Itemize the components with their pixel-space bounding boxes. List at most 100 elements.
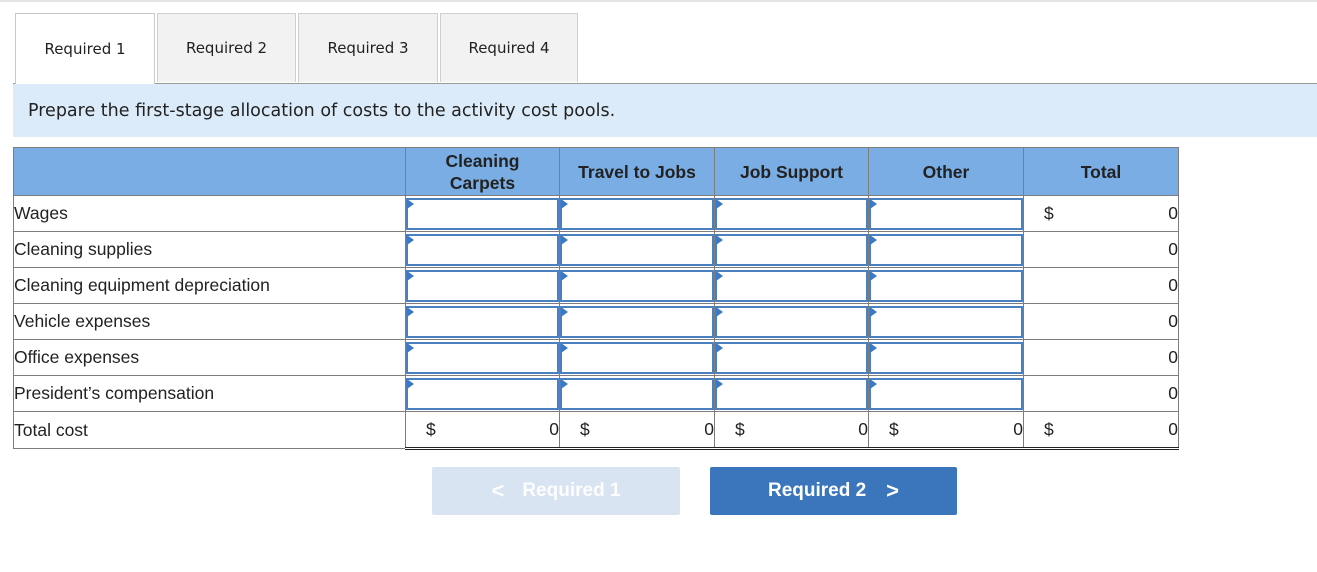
input-box [406, 377, 559, 410]
instruction-banner: Prepare the first-stage allocation of co… [13, 84, 1317, 137]
job-support-input[interactable] [717, 379, 866, 408]
row-label: Office expenses [13, 339, 406, 376]
input-cell [868, 231, 1024, 268]
row-total-value: 0 [1168, 383, 1178, 403]
job-support-input[interactable] [717, 343, 866, 372]
cleaning-carpets-input[interactable] [408, 271, 557, 300]
input-box [715, 233, 868, 266]
travel-to-jobs-input[interactable] [562, 343, 712, 372]
travel-to-jobs-input[interactable] [562, 271, 712, 300]
other-input[interactable] [871, 307, 1021, 336]
next-button-label: Required 2 [767, 480, 867, 501]
input-box [715, 197, 868, 230]
input-cell [868, 267, 1024, 304]
next-required-2-button[interactable]: Required 2 > [710, 467, 957, 515]
input-box [869, 197, 1023, 230]
job-support-input[interactable] [717, 271, 866, 300]
input-cell [868, 195, 1024, 232]
table-row: Wages $0 [13, 195, 1179, 232]
input-cell [405, 339, 560, 376]
other-input[interactable] [871, 235, 1021, 264]
cleaning-carpets-input[interactable] [408, 199, 557, 228]
instruction-text: Prepare the first-stage allocation of co… [28, 100, 616, 121]
tab-required-4[interactable]: Required 4 [440, 13, 578, 82]
table-row: Office expenses 0 [13, 339, 1179, 376]
header-total: Total [1023, 147, 1179, 196]
table-header-row: Cleaning Carpets Travel to Jobs Job Supp… [13, 147, 1179, 196]
input-cell [559, 375, 715, 412]
other-total-value: 0 [1013, 419, 1023, 439]
cleaning-carpets-input[interactable] [408, 379, 557, 408]
input-cell [405, 267, 560, 304]
total-cost-row: Total cost $0 $0 $0 $0 $0 [13, 411, 1179, 450]
job-support-total-cell: $0 [714, 411, 869, 450]
other-input[interactable] [871, 271, 1021, 300]
prev-required-1-button[interactable]: < Required 1 [432, 467, 680, 515]
input-box [560, 269, 714, 302]
chevron-right-icon: > [886, 478, 900, 503]
cleaning-carpets-input[interactable] [408, 307, 557, 336]
chevron-left-icon: < [491, 478, 505, 503]
row-label: Wages [13, 195, 406, 232]
input-box [869, 233, 1023, 266]
total-cost-label: Total cost [13, 411, 406, 449]
travel-to-jobs-input[interactable] [562, 379, 712, 408]
travel-to-jobs-input[interactable] [562, 307, 712, 336]
cleaning-carpets-input[interactable] [408, 235, 557, 264]
currency-symbol: $ [735, 419, 745, 439]
prev-button-label: Required 1 [522, 480, 621, 501]
input-box [715, 341, 868, 374]
row-label: Cleaning equipment depreciation [13, 267, 406, 304]
input-cell [868, 339, 1024, 376]
other-input[interactable] [871, 199, 1021, 228]
other-input[interactable] [871, 343, 1021, 372]
currency-symbol: $ [580, 419, 590, 439]
row-total-value: 0 [1168, 203, 1178, 223]
input-box [869, 305, 1023, 338]
other-input[interactable] [871, 379, 1021, 408]
job-support-input[interactable] [717, 307, 866, 336]
row-total-cell: $0 [1023, 195, 1179, 232]
input-cell [714, 303, 869, 340]
input-box [560, 341, 714, 374]
tab-required-3[interactable]: Required 3 [298, 13, 438, 82]
input-box [560, 377, 714, 410]
input-box [869, 269, 1023, 302]
table-row: Cleaning equipment depreciation 0 [13, 267, 1179, 304]
job-support-input[interactable] [717, 199, 866, 228]
travel-to-jobs-input[interactable] [562, 199, 712, 228]
input-cell [714, 231, 869, 268]
input-cell [405, 303, 560, 340]
allocation-table: Cleaning Carpets Travel to Jobs Job Supp… [13, 147, 1179, 450]
cleaning-carpets-input[interactable] [408, 343, 557, 372]
row-total-cell: 0 [1023, 375, 1179, 412]
tab-required-2[interactable]: Required 2 [157, 13, 296, 82]
currency-symbol: $ [1044, 419, 1054, 439]
currency-symbol: $ [426, 419, 436, 439]
currency-symbol: $ [1044, 203, 1054, 223]
input-box [406, 269, 559, 302]
input-box [560, 197, 714, 230]
table-row: Vehicle expenses 0 [13, 303, 1179, 340]
header-travel-to-jobs: Travel to Jobs [559, 147, 715, 196]
grand-total-value: 0 [1168, 419, 1178, 439]
input-cell [559, 195, 715, 232]
input-cell [714, 267, 869, 304]
tab-required-1[interactable]: Required 1 [15, 13, 155, 84]
input-box [406, 341, 559, 374]
input-cell [714, 375, 869, 412]
row-label: Vehicle expenses [13, 303, 406, 340]
input-cell [868, 303, 1024, 340]
row-total-value: 0 [1168, 239, 1178, 259]
job-support-total-value: 0 [858, 419, 868, 439]
travel-to-jobs-total-cell: $0 [559, 411, 715, 450]
row-label: President’s compensation [13, 375, 406, 412]
header-other: Other [868, 147, 1024, 196]
row-total-value: 0 [1168, 347, 1178, 367]
job-support-input[interactable] [717, 235, 866, 264]
travel-to-jobs-input[interactable] [562, 235, 712, 264]
row-total-cell: 0 [1023, 267, 1179, 304]
row-total-value: 0 [1168, 311, 1178, 331]
input-box [715, 305, 868, 338]
input-cell [559, 267, 715, 304]
